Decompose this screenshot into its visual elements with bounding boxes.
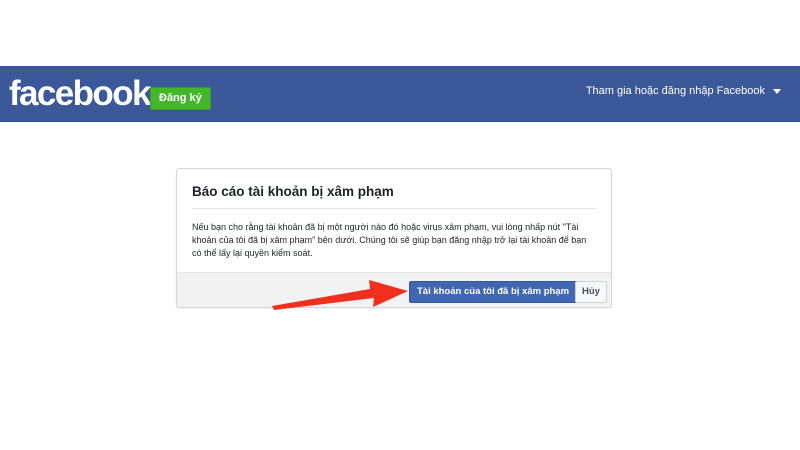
dialog-divider (192, 208, 596, 209)
login-prompt-text[interactable]: Tham gia hoặc đăng nhập Facebook (586, 83, 765, 99)
login-menu[interactable]: Tham gia hoặc đăng nhập Facebook (586, 83, 781, 99)
facebook-logo[interactable]: facebook (9, 74, 151, 114)
signup-button[interactable]: Đăng ký (150, 87, 211, 110)
caret-down-icon[interactable] (773, 88, 781, 94)
confirm-compromised-button[interactable]: Tài khoản của tôi đã bị xâm phạm (409, 281, 578, 303)
top-navbar: facebook Đăng ký Tham gia hoặc đăng nhập… (0, 66, 800, 122)
dialog-body-text: Nếu bạn cho rằng tài khoản đã bị một ngư… (192, 222, 587, 258)
red-arrow-icon (272, 280, 408, 310)
dialog-title: Báo cáo tài khoản bị xâm phạm (192, 184, 394, 199)
cancel-button[interactable]: Hủy (575, 281, 607, 303)
page: facebook Đăng ký Tham gia hoặc đăng nhập… (0, 0, 800, 450)
